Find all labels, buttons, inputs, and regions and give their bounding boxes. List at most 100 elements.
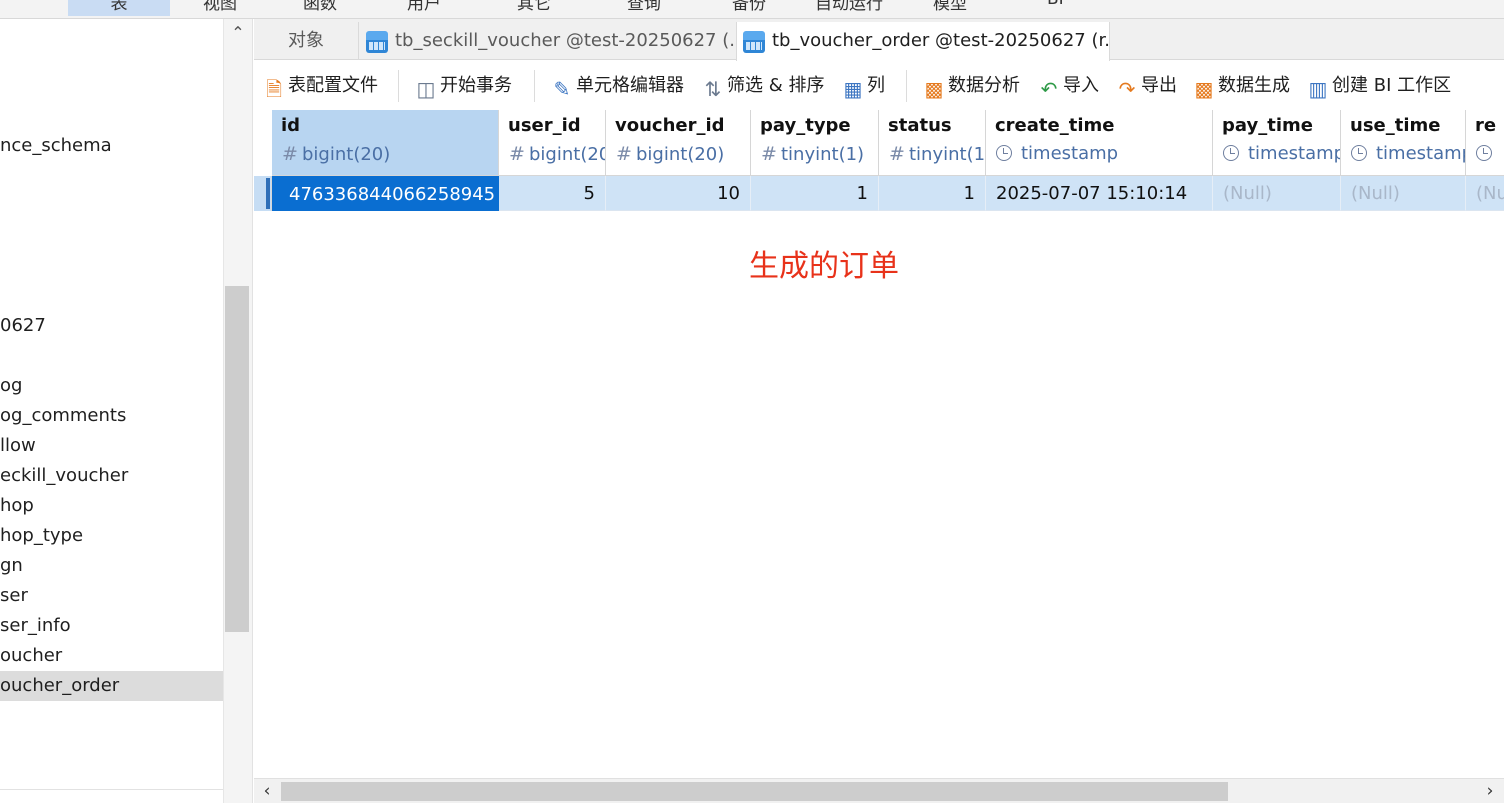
column-header[interactable]: id # bigint(20) [272, 110, 499, 176]
column-type-label: bigint(20) [529, 144, 605, 165]
table-cell[interactable]: (Null) [1341, 176, 1466, 211]
import-button[interactable]: ↶ 导入 [1037, 72, 1099, 101]
menu-item[interactable]: 表 [68, 0, 170, 16]
column-name: status [888, 115, 952, 136]
menu-item[interactable]: 自动运行 [815, 0, 883, 14]
table-cell[interactable]: 476336844066258945 [272, 176, 499, 211]
navigator-item[interactable]: oucher_order [0, 671, 223, 701]
export-label: 导出 [1141, 75, 1177, 96]
data-analysis-label: 数据分析 [948, 75, 1020, 96]
menu-item[interactable]: BI [1047, 0, 1064, 9]
table-icon [743, 31, 765, 53]
menu-item[interactable]: 函数 [303, 0, 337, 14]
table-config-button[interactable]: 🗎 表配置文件 [262, 72, 378, 101]
table-config-label: 表配置文件 [288, 75, 378, 96]
column-header[interactable]: user_id #bigint(20) [499, 110, 606, 176]
filter-sort-button[interactable]: ⇅ 筛选 & 排序 [701, 72, 825, 101]
grid-icon: ▦ [843, 77, 863, 101]
table-cell[interactable]: 10 [606, 176, 751, 211]
column-header[interactable]: use_time timestamp [1341, 110, 1466, 176]
navigator-item[interactable]: og_comments [0, 401, 223, 431]
toolbar-separator [398, 70, 399, 102]
begin-transaction-button[interactable]: ◫ 开始事务 [414, 72, 512, 101]
edit-icon: ✎ [553, 77, 571, 101]
column-type: #bigint(20) [282, 143, 390, 165]
navigator-item[interactable]: ser_info [0, 611, 223, 641]
column-type-label: bigint(20) [636, 144, 725, 165]
horizontal-scrollbar[interactable]: ‹ › [254, 778, 1504, 803]
tab-voucher-order[interactable]: tb_voucher_order @test-20250627 (r... [736, 22, 1110, 61]
scrollbar-thumb[interactable] [281, 782, 1228, 801]
tab-seckill-voucher-label: tb_seckill_voucher @test-20250627 (... [395, 30, 737, 51]
column-header[interactable]: create_time timestamp [986, 110, 1213, 176]
toolbar-separator [534, 70, 535, 102]
export-icon: ↷ [1118, 77, 1136, 101]
navigator-item[interactable]: nce_schema [0, 131, 223, 161]
navigator-item[interactable]: hop [0, 491, 223, 521]
chevron-up-icon[interactable]: ⌃ [230, 25, 246, 41]
menu-item[interactable]: 视图 [203, 0, 237, 14]
current-row-marker [266, 178, 270, 209]
export-button[interactable]: ↷ 导出 [1115, 72, 1177, 101]
column-type-label: timestamp [1248, 143, 1341, 164]
menu-item[interactable]: 用户 [407, 0, 441, 14]
navigator-item[interactable]: gn [0, 551, 223, 581]
navigator-item[interactable]: eckill_voucher [0, 461, 223, 491]
clock-icon [1351, 145, 1367, 161]
filter-sort-label: 筛选 & 排序 [727, 75, 825, 96]
tab-objects[interactable]: 对象 [254, 22, 359, 60]
column-header[interactable]: status # tinyint(1) [879, 110, 986, 176]
column-type: timestamp [1351, 143, 1466, 164]
column-type-label: timestamp [1376, 143, 1466, 164]
navigator-item[interactable]: 0627 [0, 311, 223, 341]
chevron-left-icon[interactable]: ‹ [257, 781, 277, 801]
tab-seckill-voucher[interactable]: tb_seckill_voucher @test-20250627 (... [360, 22, 737, 60]
menu-bar: 表 视图 函数 用户 其它 查询 备份 自动运行 模型 BI [0, 0, 1504, 19]
object-navigator: nce_schema 0627 og og_comments llow eckill_vo… [0, 19, 253, 803]
tab-objects-label: 对象 [288, 30, 324, 51]
menu-item[interactable]: 备份 [732, 0, 766, 14]
annotation-text: 生成的订单 [749, 249, 899, 284]
navigator-scrollbar[interactable]: ⌃ [223, 19, 252, 803]
column-type: #bigint(20) [509, 143, 605, 165]
column-type: timestamp [996, 143, 1118, 164]
import-label: 导入 [1063, 75, 1099, 96]
navigator-item[interactable]: ser [0, 581, 223, 611]
data-generation-button[interactable]: ▩ 数据生成 [1192, 72, 1290, 101]
column-header[interactable]: pay_time timestamp [1213, 110, 1341, 176]
cell-editor-button[interactable]: ✎ 单元格编辑器 [550, 72, 684, 101]
navigator-item[interactable]: oucher [0, 641, 223, 671]
column-type-label: bigint(20) [302, 144, 391, 165]
navigator-item[interactable]: llow [0, 431, 223, 461]
table-cell[interactable]: 5 [499, 176, 606, 211]
column-name: pay_time [1222, 115, 1313, 136]
column-type-label: tinyint(1) [781, 144, 865, 165]
column-header[interactable]: voucher_id # bigint(20) [606, 110, 751, 176]
clock-icon [1476, 145, 1492, 161]
menu-item[interactable]: 模型 [933, 0, 967, 14]
column-header[interactable]: pay_type # tinyint(1) [751, 110, 879, 176]
table-toolbar: 🗎 表配置文件 ◫ 开始事务 ✎ 单元格编辑器 ⇅ 筛选 & 排序 ▦ 列 ▩ 数据分析 ↶… [254, 61, 1504, 109]
menu-item[interactable]: 其它 [517, 0, 551, 14]
table-cell[interactable]: 1 [751, 176, 879, 211]
table-cell[interactable]: (Nu [1466, 176, 1504, 211]
table-cell[interactable]: (Null) [1213, 176, 1341, 211]
toolbar-separator [906, 70, 907, 102]
navigator-item[interactable]: hop_type [0, 521, 223, 551]
navigator-item[interactable]: og [0, 371, 223, 401]
numeric-type-icon: # [282, 143, 298, 165]
scrollbar-thumb[interactable] [225, 286, 249, 632]
grid-corner [254, 110, 272, 176]
data-analysis-button[interactable]: ▩ 数据分析 [922, 72, 1020, 101]
column-type-label: timestamp [1021, 143, 1119, 164]
menu-item[interactable]: 查询 [627, 0, 661, 14]
create-bi-button[interactable]: ▥ 创建 BI 工作区 [1306, 72, 1452, 101]
table-cell[interactable]: 2025-07-07 15:10:14 [986, 176, 1213, 211]
table-cell[interactable]: 1 [879, 176, 986, 211]
columns-button[interactable]: ▦ 列 [841, 72, 885, 101]
row-selector[interactable] [254, 176, 272, 211]
column-header[interactable]: re [1466, 110, 1504, 176]
column-type: # tinyint(1) [889, 143, 985, 165]
data-grid: id#bigint(20)user_id#bigint(20)voucher_i… [254, 110, 1504, 778]
chevron-right-icon[interactable]: › [1480, 781, 1500, 801]
